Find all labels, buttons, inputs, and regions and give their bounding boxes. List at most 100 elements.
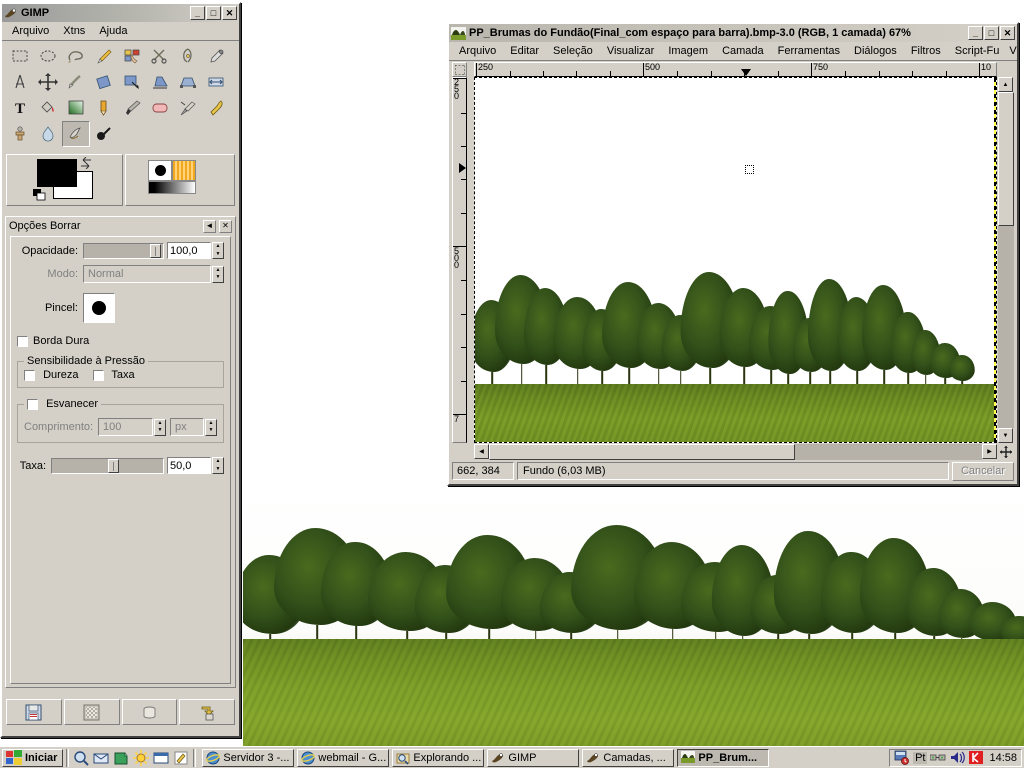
maximize-button[interactable]: □ [984, 26, 999, 40]
bucket-fill-icon[interactable] [34, 95, 62, 121]
color-picker-icon[interactable] [202, 43, 230, 69]
opacity-stepper[interactable]: ▲ ▼ [212, 242, 224, 259]
text-icon[interactable]: T [6, 95, 34, 121]
brush-preview-button[interactable] [83, 293, 115, 323]
menu-ajuda[interactable]: Ajuda [92, 23, 134, 39]
vertical-scroll-trough[interactable] [998, 92, 1014, 428]
active-brush-indicator[interactable] [148, 160, 172, 181]
minimize-button[interactable]: _ [968, 26, 983, 40]
fade-length-stepper[interactable]: ▲ ▼ [154, 418, 166, 436]
vertical-scroll-thumb[interactable] [998, 92, 1014, 227]
menu-arquivo[interactable]: Arquivo [5, 23, 56, 39]
kaspersky-icon[interactable] [968, 750, 984, 766]
paint-icon[interactable] [172, 749, 190, 767]
eraser-icon[interactable] [146, 95, 174, 121]
active-gradient-indicator[interactable] [148, 181, 196, 194]
free-select-icon[interactable] [62, 43, 90, 69]
paintbrush-icon[interactable] [118, 95, 146, 121]
opacity-slider[interactable] [83, 242, 164, 259]
fade-out-checkbox[interactable] [27, 398, 38, 410]
taskbar[interactable]: Iniciar Servidor 3 -... webmail - G... E… [0, 746, 1024, 768]
menu-editar[interactable]: Editar [503, 43, 546, 59]
menu-script-fu[interactable]: Script-Fu [948, 43, 1007, 59]
horizontal-scrollbar[interactable]: ◀ ▶ [474, 444, 997, 460]
task-gimp[interactable]: GIMP [487, 748, 580, 767]
color-and-indicator-area[interactable] [6, 154, 235, 206]
horizontal-ruler[interactable]: 250 500 750 10 [474, 62, 997, 77]
quickmask-toggle-button[interactable] [452, 62, 467, 77]
rate-slider[interactable] [51, 457, 164, 474]
navigation-icon[interactable] [998, 444, 1014, 460]
flip-icon[interactable] [202, 69, 230, 95]
maximize-button[interactable]: □ [206, 6, 221, 20]
image-window-menubar[interactable]: Arquivo Editar Seleção Visualizar Imagem… [449, 42, 1017, 61]
fade-length-unit[interactable]: px [170, 418, 204, 436]
task-webmail[interactable]: webmail - G... [297, 748, 390, 767]
airbrush-icon[interactable] [174, 95, 202, 121]
gradient-icon[interactable] [62, 95, 90, 121]
rate-sensitivity-option[interactable]: Taxa [92, 369, 135, 381]
foreground-background-colors[interactable] [6, 154, 123, 206]
volume-icon[interactable] [949, 750, 966, 766]
quick-launch-bar[interactable] [72, 749, 190, 767]
image-window-controls[interactable]: _ □ ✕ [968, 26, 1015, 40]
mode-stepper[interactable]: ▲ ▼ [212, 265, 224, 283]
tool-options-dock[interactable]: Opções Borrar ◄ ✕ Opacidade: 100,0 ▲ ▼ Mo… [5, 216, 236, 688]
fuzzy-select-icon[interactable] [90, 43, 118, 69]
menu-visualizar[interactable]: Visualizar [600, 43, 662, 59]
task-explorando[interactable]: Explorando ... [392, 748, 485, 767]
rate-stepper[interactable]: ▲ ▼ [212, 457, 224, 474]
menu-filtros[interactable]: Filtros [904, 43, 948, 59]
menu-ferramentas[interactable]: Ferramentas [771, 43, 847, 59]
horizontal-scroll-trough[interactable] [489, 444, 982, 460]
hardness-checkbox[interactable] [24, 369, 35, 381]
start-button[interactable]: Iniciar [2, 748, 64, 767]
ink-icon[interactable] [202, 95, 230, 121]
shear-icon[interactable] [146, 69, 174, 95]
vertical-ruler[interactable]: 250 500 7 [452, 77, 467, 443]
foreground-color-swatch[interactable] [37, 159, 77, 187]
close-button[interactable]: ✕ [1000, 26, 1015, 40]
display-icon[interactable] [132, 749, 150, 767]
menu-imagem[interactable]: Imagem [661, 43, 715, 59]
smudge-icon[interactable] [62, 121, 90, 147]
clone-icon[interactable] [6, 121, 34, 147]
dodge-burn-icon[interactable] [90, 121, 118, 147]
select-by-color-icon[interactable] [118, 43, 146, 69]
rotate-icon[interactable] [90, 69, 118, 95]
gimp-image-window[interactable]: PP_Brumas do Fundão(Final_com espaço par… [447, 22, 1019, 486]
task-list[interactable]: Servidor 3 -... webmail - G... Explorand… [202, 748, 889, 767]
close-button[interactable]: ✕ [222, 6, 237, 20]
scroll-up-button[interactable]: ▲ [998, 77, 1013, 92]
swap-colors-icon[interactable] [79, 156, 93, 170]
vertical-scrollbar[interactable]: ▲ ▼ [998, 77, 1014, 443]
hard-edge-row[interactable]: Borda Dura [17, 335, 224, 347]
paths-icon[interactable] [174, 43, 202, 69]
fade-unit-stepper[interactable]: ▲ ▼ [205, 418, 217, 436]
default-colors-icon[interactable] [33, 189, 47, 201]
tool-grid[interactable]: T [2, 41, 239, 148]
email-icon[interactable] [92, 749, 110, 767]
mode-select[interactable]: Normal [83, 265, 211, 283]
delete-options-icon[interactable] [121, 699, 178, 725]
hard-edge-checkbox[interactable] [17, 335, 28, 347]
gimp-toolbox-window[interactable]: GIMP _ □ ✕ Arquivo Xtns Ajuda T Opções B… [0, 2, 241, 738]
pencil-icon[interactable] [90, 95, 118, 121]
rect-select-icon[interactable] [6, 43, 34, 69]
minimize-button[interactable]: _ [190, 6, 205, 20]
cancel-button[interactable]: Cancelar [952, 461, 1014, 481]
network-icon[interactable] [930, 750, 946, 766]
task-pp-brumas[interactable]: PP_Brum... [677, 748, 770, 767]
image-canvas-viewport[interactable] [474, 77, 997, 443]
brush-pattern-gradient-indicators[interactable] [125, 154, 235, 206]
collapse-dock-icon[interactable]: ◄ [203, 219, 216, 233]
horizontal-scroll-thumb[interactable] [489, 444, 795, 460]
toolbox-window-controls[interactable]: _ □ ✕ [190, 6, 237, 20]
menu-arquivo[interactable]: Arquivo [452, 43, 503, 59]
blur-sharpen-icon[interactable] [34, 121, 62, 147]
menu-camada[interactable]: Camada [715, 43, 771, 59]
scroll-right-button[interactable]: ▶ [982, 444, 997, 459]
image-window-titlebar[interactable]: PP_Brumas do Fundão(Final_com espaço par… [449, 24, 1017, 42]
scale-icon[interactable] [118, 69, 146, 95]
menu-selecao[interactable]: Seleção [546, 43, 600, 59]
